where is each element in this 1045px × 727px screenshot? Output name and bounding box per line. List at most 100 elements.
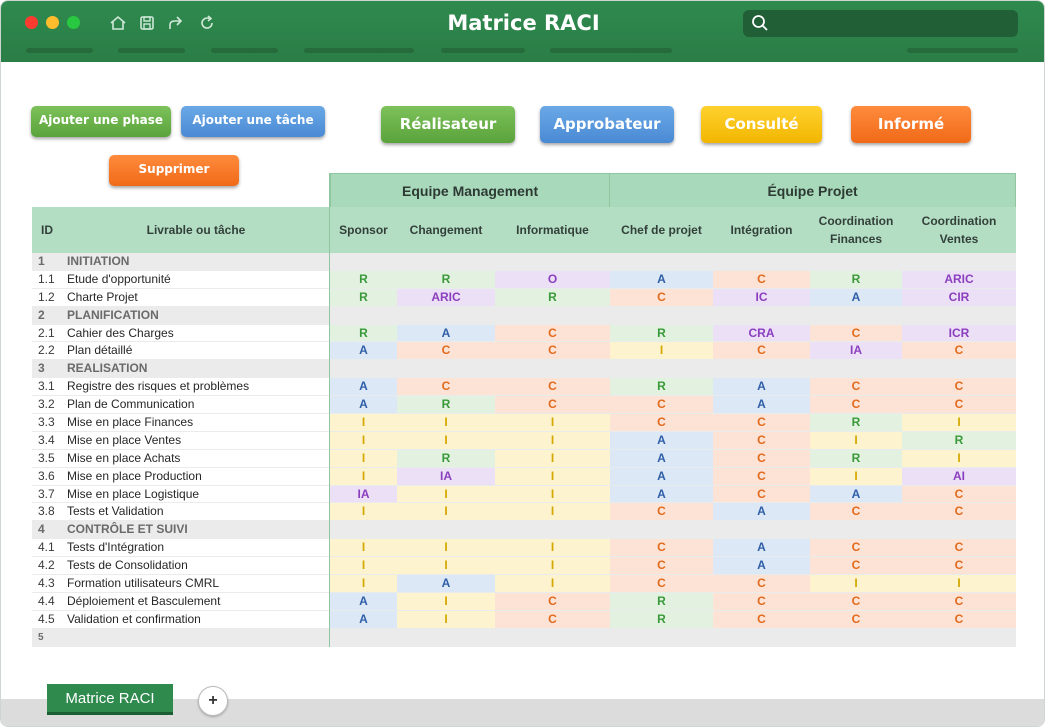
raci-cell[interactable]: I	[330, 539, 397, 557]
raci-cell[interactable]: I	[397, 539, 495, 557]
raci-cell[interactable]: A	[713, 539, 810, 557]
raci-cell[interactable]: I	[902, 575, 1016, 592]
raci-cell[interactable]: I	[810, 431, 902, 449]
raci-cell[interactable]: R	[330, 324, 397, 342]
raci-cell[interactable]: I	[397, 431, 495, 449]
add-sheet-button[interactable]: +	[198, 686, 228, 716]
raci-cell[interactable]: C	[902, 396, 1016, 414]
raci-cell[interactable]: C	[810, 610, 902, 628]
raci-cell[interactable]: A	[610, 449, 713, 467]
row-label[interactable]: Mise en place Ventes	[62, 432, 330, 449]
raci-cell[interactable]: I	[495, 414, 610, 431]
row-label[interactable]: Tests d'Intégration	[62, 539, 330, 556]
ribbon-tab[interactable]	[211, 48, 278, 53]
raci-cell[interactable]: A	[330, 378, 397, 396]
raci-cell[interactable]: C	[495, 342, 610, 360]
raci-cell[interactable]: IA	[330, 485, 397, 503]
raci-cell[interactable]: A	[810, 485, 902, 503]
raci-cell[interactable]: ICR	[902, 324, 1016, 342]
raci-cell[interactable]: C	[713, 270, 810, 288]
raci-cell[interactable]: C	[495, 378, 610, 396]
raci-cell[interactable]: R	[810, 414, 902, 431]
raci-cell[interactable]: I	[330, 449, 397, 467]
raci-cell[interactable]: C	[495, 324, 610, 342]
row-label[interactable]: Déploiement et Basculement	[62, 593, 330, 610]
raci-cell[interactable]: I	[397, 414, 495, 431]
approbateur-button[interactable]: Approbateur	[540, 106, 674, 143]
raci-cell[interactable]: C	[610, 396, 713, 414]
raci-cell[interactable]: I	[397, 503, 495, 521]
ribbon-tab[interactable]	[907, 48, 1018, 53]
row-label[interactable]: Plan de Communication	[62, 396, 330, 413]
raci-cell[interactable]: C	[397, 378, 495, 396]
raci-cell[interactable]: I	[330, 503, 397, 521]
raci-cell[interactable]: C	[713, 449, 810, 467]
raci-cell[interactable]: C	[610, 575, 713, 592]
raci-cell[interactable]: C	[902, 539, 1016, 557]
raci-cell[interactable]: IC	[713, 288, 810, 306]
raci-cell[interactable]: A	[713, 378, 810, 396]
raci-cell[interactable]: C	[713, 592, 810, 610]
raci-cell[interactable]: R	[397, 270, 495, 288]
raci-cell[interactable]: R	[397, 396, 495, 414]
raci-cell[interactable]: I	[397, 592, 495, 610]
row-label[interactable]	[62, 629, 330, 646]
raci-cell[interactable]: C	[902, 342, 1016, 360]
row-label[interactable]: INITIATION	[62, 253, 330, 270]
row-label[interactable]: Mise en place Logistique	[62, 486, 330, 503]
raci-cell[interactable]: O	[495, 270, 610, 288]
raci-cell[interactable]: R	[810, 449, 902, 467]
delete-button[interactable]: Supprimer	[109, 155, 239, 186]
raci-cell[interactable]: C	[713, 414, 810, 431]
raci-cell[interactable]: C	[902, 557, 1016, 575]
raci-cell[interactable]: I	[330, 575, 397, 592]
row-label[interactable]: Etude d'opportunité	[62, 271, 330, 288]
raci-cell[interactable]: R	[330, 288, 397, 306]
row-label[interactable]: Mise en place Achats	[62, 450, 330, 467]
raci-cell[interactable]: I	[810, 575, 902, 592]
ribbon-tab[interactable]	[118, 48, 185, 53]
raci-cell[interactable]: C	[610, 414, 713, 431]
row-label[interactable]: Tests de Consolidation	[62, 557, 330, 574]
raci-cell[interactable]: C	[610, 539, 713, 557]
raci-cell[interactable]: CIR	[902, 288, 1016, 306]
raci-cell[interactable]: C	[713, 610, 810, 628]
raci-cell[interactable]: R	[610, 592, 713, 610]
raci-cell[interactable]: IA	[397, 467, 495, 485]
raci-cell[interactable]: C	[902, 485, 1016, 503]
raci-cell[interactable]: I	[902, 414, 1016, 431]
row-label[interactable]: Validation et confirmation	[62, 611, 330, 628]
raci-cell[interactable]: C	[810, 324, 902, 342]
raci-cell[interactable]: I	[610, 342, 713, 360]
raci-cell[interactable]: R	[610, 610, 713, 628]
raci-cell[interactable]: I	[495, 557, 610, 575]
row-label[interactable]: REALISATION	[62, 360, 330, 377]
row-label[interactable]: Registre des risques et problèmes	[62, 378, 330, 395]
raci-cell[interactable]: IA	[810, 342, 902, 360]
raci-cell[interactable]: C	[810, 396, 902, 414]
row-label[interactable]: Charte Projet	[62, 289, 330, 306]
raci-cell[interactable]: I	[330, 414, 397, 431]
ribbon-tab[interactable]	[304, 48, 414, 53]
raci-cell[interactable]: I	[495, 539, 610, 557]
raci-cell[interactable]: C	[495, 396, 610, 414]
row-label[interactable]: Formation utilisateurs CMRL	[62, 575, 330, 592]
raci-cell[interactable]: I	[330, 431, 397, 449]
row-label[interactable]: CONTRÔLE ET SUIVI	[62, 521, 330, 538]
consulte-button[interactable]: Consulté	[701, 106, 822, 143]
raci-cell[interactable]: C	[495, 592, 610, 610]
ribbon-tab[interactable]	[26, 48, 93, 53]
search-input[interactable]	[743, 10, 1018, 37]
raci-cell[interactable]: I	[330, 557, 397, 575]
raci-cell[interactable]: A	[610, 467, 713, 485]
add-task-button[interactable]: Ajouter une tâche	[181, 106, 325, 137]
sheet-tab-matrice-raci[interactable]: Matrice RACI	[47, 684, 173, 715]
raci-cell[interactable]: I	[397, 485, 495, 503]
raci-cell[interactable]: C	[810, 503, 902, 521]
row-label[interactable]: Plan détaillé	[62, 342, 330, 359]
raci-cell[interactable]: I	[810, 467, 902, 485]
raci-cell[interactable]: A	[713, 396, 810, 414]
raci-cell[interactable]: C	[810, 557, 902, 575]
raci-cell[interactable]: C	[902, 592, 1016, 610]
raci-cell[interactable]: C	[495, 610, 610, 628]
